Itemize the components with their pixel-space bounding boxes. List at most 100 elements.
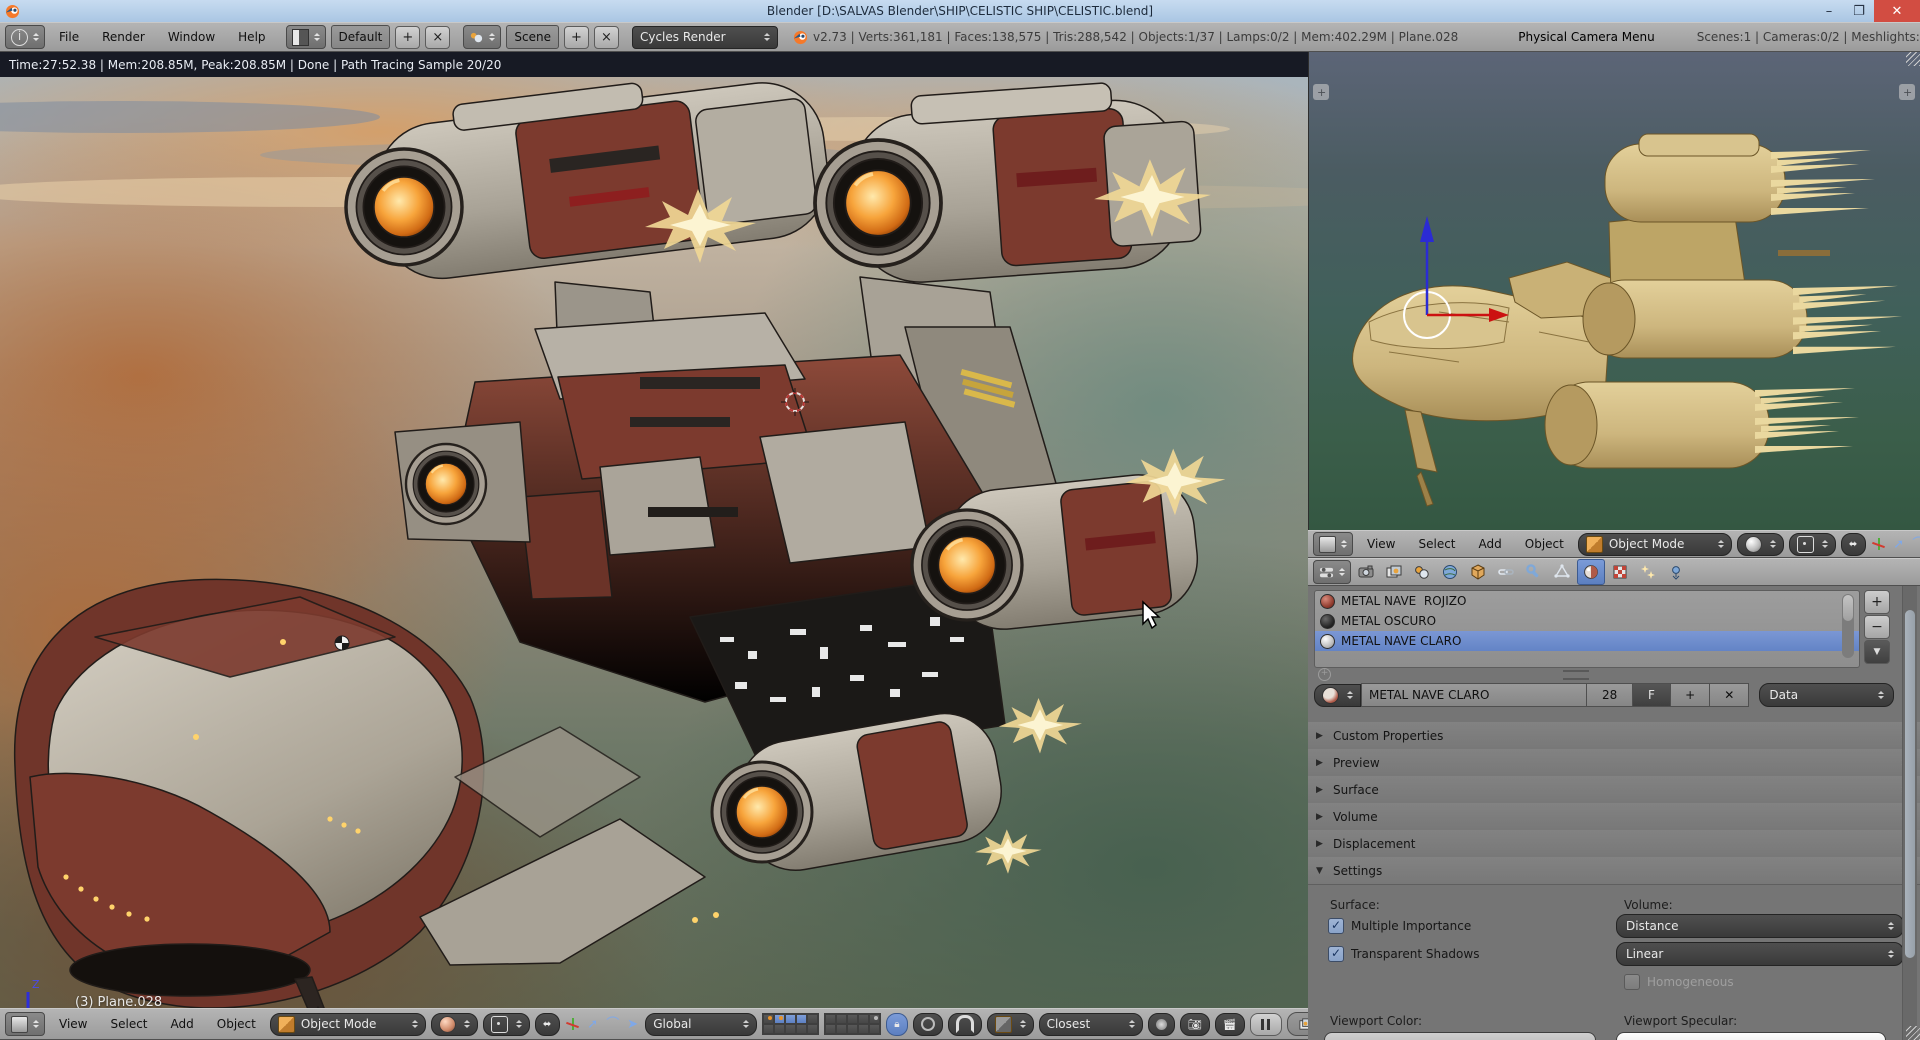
layer-cell[interactable] xyxy=(807,1014,818,1024)
layer-cell[interactable] xyxy=(869,1024,880,1034)
properties-scrollbar[interactable] xyxy=(1902,586,1917,1040)
multiple-importance-checkbox[interactable]: ✓ Multiple Importance xyxy=(1328,918,1471,934)
pause-render-button[interactable] xyxy=(1250,1013,1282,1036)
material-specials-menu[interactable]: ▼ xyxy=(1864,640,1890,664)
rotate-manipulator-icon[interactable]: ⌒ xyxy=(605,1017,620,1032)
snap-toggle[interactable] xyxy=(948,1013,982,1036)
scale-manipulator-icon[interactable]: ➤ xyxy=(625,1017,640,1032)
layer-cell[interactable] xyxy=(763,1014,774,1024)
material-list-scrollbar[interactable] xyxy=(1842,594,1854,658)
secondary-3d-viewport[interactable]: + + xyxy=(1308,52,1920,530)
material-slot-selected[interactable]: METAL NAVE CLARO xyxy=(1315,631,1859,651)
render-opengl-anim-button[interactable]: 🎬︎ xyxy=(1215,1013,1245,1036)
material-slot-list[interactable]: METAL NAVE ROJIZO METAL OSCURO METAL NAV… xyxy=(1314,590,1860,668)
layer-cell[interactable] xyxy=(796,1024,807,1034)
tab-data[interactable] xyxy=(1549,560,1575,584)
checkbox-icon[interactable] xyxy=(1624,974,1640,990)
pivot-point-select[interactable] xyxy=(1789,533,1836,556)
tab-render-layers[interactable] xyxy=(1381,560,1407,584)
tab-modifiers[interactable] xyxy=(1521,560,1547,584)
layer-cell[interactable] xyxy=(825,1014,836,1024)
layer-cell[interactable] xyxy=(785,1014,796,1024)
menu-window[interactable]: Window xyxy=(159,30,224,44)
editor-type-button[interactable] xyxy=(5,1012,45,1036)
tab-world[interactable] xyxy=(1437,560,1463,584)
render-viewport[interactable]: ZXY (3) Plane.028 xyxy=(0,77,1308,1008)
layer-cell[interactable] xyxy=(858,1024,869,1034)
translate-manipulator-icon[interactable] xyxy=(1871,537,1886,552)
editor-type-button[interactable] xyxy=(1313,560,1351,584)
panel-surface[interactable]: ▶ Surface ········ xyxy=(1308,776,1920,804)
datablock-link-select[interactable]: Data xyxy=(1759,683,1894,707)
tab-constraints[interactable] xyxy=(1493,560,1519,584)
render-opengl-button[interactable]: 📷︎ xyxy=(1180,1013,1210,1036)
viewport-color-swatch[interactable] xyxy=(1324,1032,1596,1040)
tab-texture[interactable] xyxy=(1607,560,1633,584)
resize-grip[interactable] xyxy=(1906,1026,1920,1040)
scene-icon-button[interactable] xyxy=(463,25,501,49)
menu-help[interactable]: Help xyxy=(229,30,274,44)
editor-type-button[interactable]: i xyxy=(5,25,45,49)
delete-scene-button[interactable]: × xyxy=(594,26,619,49)
menu-add[interactable]: Add xyxy=(1470,537,1511,551)
resize-grip[interactable] xyxy=(1906,52,1920,66)
screen-layout-field[interactable]: Default xyxy=(331,25,391,49)
close-button[interactable]: ✕ xyxy=(1874,0,1920,22)
volume-interpolation-select[interactable]: Linear xyxy=(1616,942,1904,966)
snap-peel-toggle[interactable] xyxy=(1148,1013,1175,1036)
add-material-slot-button[interactable]: + xyxy=(1864,590,1890,614)
menu-select[interactable]: Select xyxy=(101,1017,156,1031)
maximize-button[interactable]: ❐ xyxy=(1844,1,1874,21)
snap-element-select[interactable] xyxy=(987,1013,1034,1036)
volume-sampling-select[interactable]: Distance xyxy=(1616,914,1904,938)
material-slot[interactable]: METAL NAVE ROJIZO xyxy=(1315,591,1859,611)
pivot-point-select[interactable] xyxy=(483,1013,530,1036)
new-material-button[interactable]: + xyxy=(1671,683,1710,707)
checkbox-icon[interactable]: ✓ xyxy=(1328,946,1344,962)
screen-layout-icon-button[interactable] xyxy=(286,25,326,49)
mode-select[interactable]: Object Mode xyxy=(1578,533,1732,556)
orientation-select[interactable]: Global xyxy=(645,1013,757,1036)
layer-cell[interactable] xyxy=(869,1014,880,1024)
panel-volume[interactable]: ▶ Volume ········ xyxy=(1308,803,1920,831)
layer-cell[interactable] xyxy=(796,1014,807,1024)
translate-arrow-icon[interactable]: ➚ xyxy=(1891,537,1906,552)
delete-layout-button[interactable]: × xyxy=(425,26,450,49)
render-layer-field[interactable]: RenderLayer xyxy=(1287,1012,1309,1036)
menu-select[interactable]: Select xyxy=(1409,537,1464,551)
render-engine-select[interactable]: Cycles Render xyxy=(632,26,778,49)
layer-cell[interactable] xyxy=(836,1024,847,1034)
layer-cell[interactable] xyxy=(858,1014,869,1024)
menu-file[interactable]: File xyxy=(50,30,88,44)
slot-link-icon[interactable]: + xyxy=(1318,668,1331,681)
add-layout-button[interactable]: + xyxy=(395,26,420,49)
mode-select[interactable]: Object Mode xyxy=(270,1013,426,1036)
menu-object[interactable]: Object xyxy=(208,1017,265,1031)
layer-grid-2[interactable] xyxy=(824,1013,881,1035)
viewport-shading-select[interactable] xyxy=(1737,533,1784,556)
panel-preview[interactable]: ▶ Preview ········ xyxy=(1308,749,1920,777)
editor-type-button[interactable] xyxy=(1313,532,1353,556)
physical-camera-menu[interactable]: Physical Camera Menu xyxy=(1509,30,1663,44)
tab-physics[interactable] xyxy=(1663,560,1689,584)
material-preview-button[interactable] xyxy=(1314,684,1361,707)
tab-object[interactable] xyxy=(1465,560,1491,584)
manipulator-toggle[interactable]: ⬌ xyxy=(535,1013,560,1036)
layer-cell[interactable] xyxy=(825,1024,836,1034)
tab-scene[interactable] xyxy=(1409,560,1435,584)
tab-render[interactable] xyxy=(1353,560,1379,584)
material-slot[interactable]: METAL OSCURO xyxy=(1315,611,1859,631)
panel-displacement[interactable]: ▶ Displacement ········ xyxy=(1308,830,1920,858)
tab-particles[interactable] xyxy=(1635,560,1661,584)
layer-cell[interactable] xyxy=(763,1024,774,1034)
menu-object[interactable]: Object xyxy=(1516,537,1573,551)
layer-cell[interactable] xyxy=(774,1014,785,1024)
tab-material[interactable] xyxy=(1577,559,1605,585)
homogeneous-checkbox[interactable]: Homogeneous xyxy=(1624,974,1734,990)
minimize-button[interactable]: – xyxy=(1814,1,1844,21)
layer-cell[interactable] xyxy=(847,1014,858,1024)
layer-grid-1[interactable] xyxy=(762,1013,819,1035)
viewport-specular-swatch[interactable] xyxy=(1616,1032,1886,1040)
material-name-field[interactable]: METAL NAVE CLARO xyxy=(1361,683,1587,707)
remove-material-slot-button[interactable]: − xyxy=(1864,615,1890,639)
